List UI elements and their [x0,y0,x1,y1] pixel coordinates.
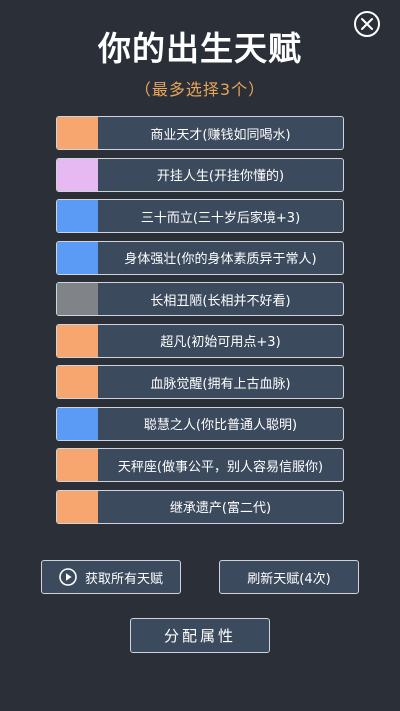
talent-option[interactable]: 三十而立(三十岁后家境+3) [56,199,344,233]
talent-rarity-swatch [57,324,98,357]
talent-rarity-swatch [57,200,98,232]
talent-option[interactable]: 身体强壮(你的身体素质异于常人) [56,240,344,275]
talent-label: 开挂人生(开挂你懂的) [156,169,285,184]
talent-label: 三十而立(三十岁后家境+3) [140,210,301,226]
talent-label: 商业天才(赚钱如同喝水) [150,127,291,143]
talent-label: 身体强壮(你的身体素质异于常人) [124,252,317,267]
talent-option[interactable]: 商业天才(赚钱如同喝水) [56,116,344,150]
talent-rarity-swatch [57,241,98,274]
talent-option[interactable]: 天秤座(做事公平，别人容易信服你) [56,448,344,482]
talent-label: 长相丑陋(长相并不好看) [150,293,291,309]
page-title: 你的出生天赋 [98,29,302,68]
talent-option[interactable]: 聪慧之人(你比普通人聪明) [56,406,344,441]
talent-rarity-swatch [57,117,98,149]
talent-rarity-swatch [57,158,98,191]
talent-label: 血脉觉醒(拥有上古血脉) [150,376,291,392]
assign-attributes-button[interactable]: 分配属性 [130,618,270,653]
talent-rarity-swatch [57,490,98,523]
refresh-talents-button[interactable]: 刷新天赋(4次) [219,560,359,594]
talent-list: 商业天才(赚钱如同喝水) 开挂人生(开挂你懂的) 三十而立(三十岁后家境+3) … [56,116,344,531]
talent-rarity-swatch [57,366,98,398]
talent-option[interactable]: 开挂人生(开挂你懂的) [56,157,344,192]
talent-option[interactable]: 长相丑陋(长相并不好看) [56,282,344,316]
selection-hint: （最多选择3个） [134,80,266,99]
play-icon [59,568,77,586]
talent-option[interactable]: 血脉觉醒(拥有上古血脉) [56,365,344,399]
refresh-talents-label: 刷新天赋(4次) [247,571,331,587]
talent-rarity-swatch [57,407,98,440]
get-all-talents-label: 获取所有天赋 [84,571,163,587]
talent-rarity-swatch [57,283,98,315]
talent-label: 天秤座(做事公平，别人容易信服你) [117,459,324,475]
talent-rarity-swatch [57,449,98,481]
talent-label: 超凡(初始可用点+3) [160,335,281,350]
talent-label: 聪慧之人(你比普通人聪明) [143,418,298,433]
assign-attributes-label: 分配属性 [163,627,236,645]
talent-option[interactable]: 超凡(初始可用点+3) [56,323,344,358]
get-all-talents-button[interactable]: 获取所有天赋 [41,560,181,594]
talent-option[interactable]: 继承遗产(富二代) [56,489,344,524]
talent-label: 继承遗产(富二代) [169,501,272,516]
